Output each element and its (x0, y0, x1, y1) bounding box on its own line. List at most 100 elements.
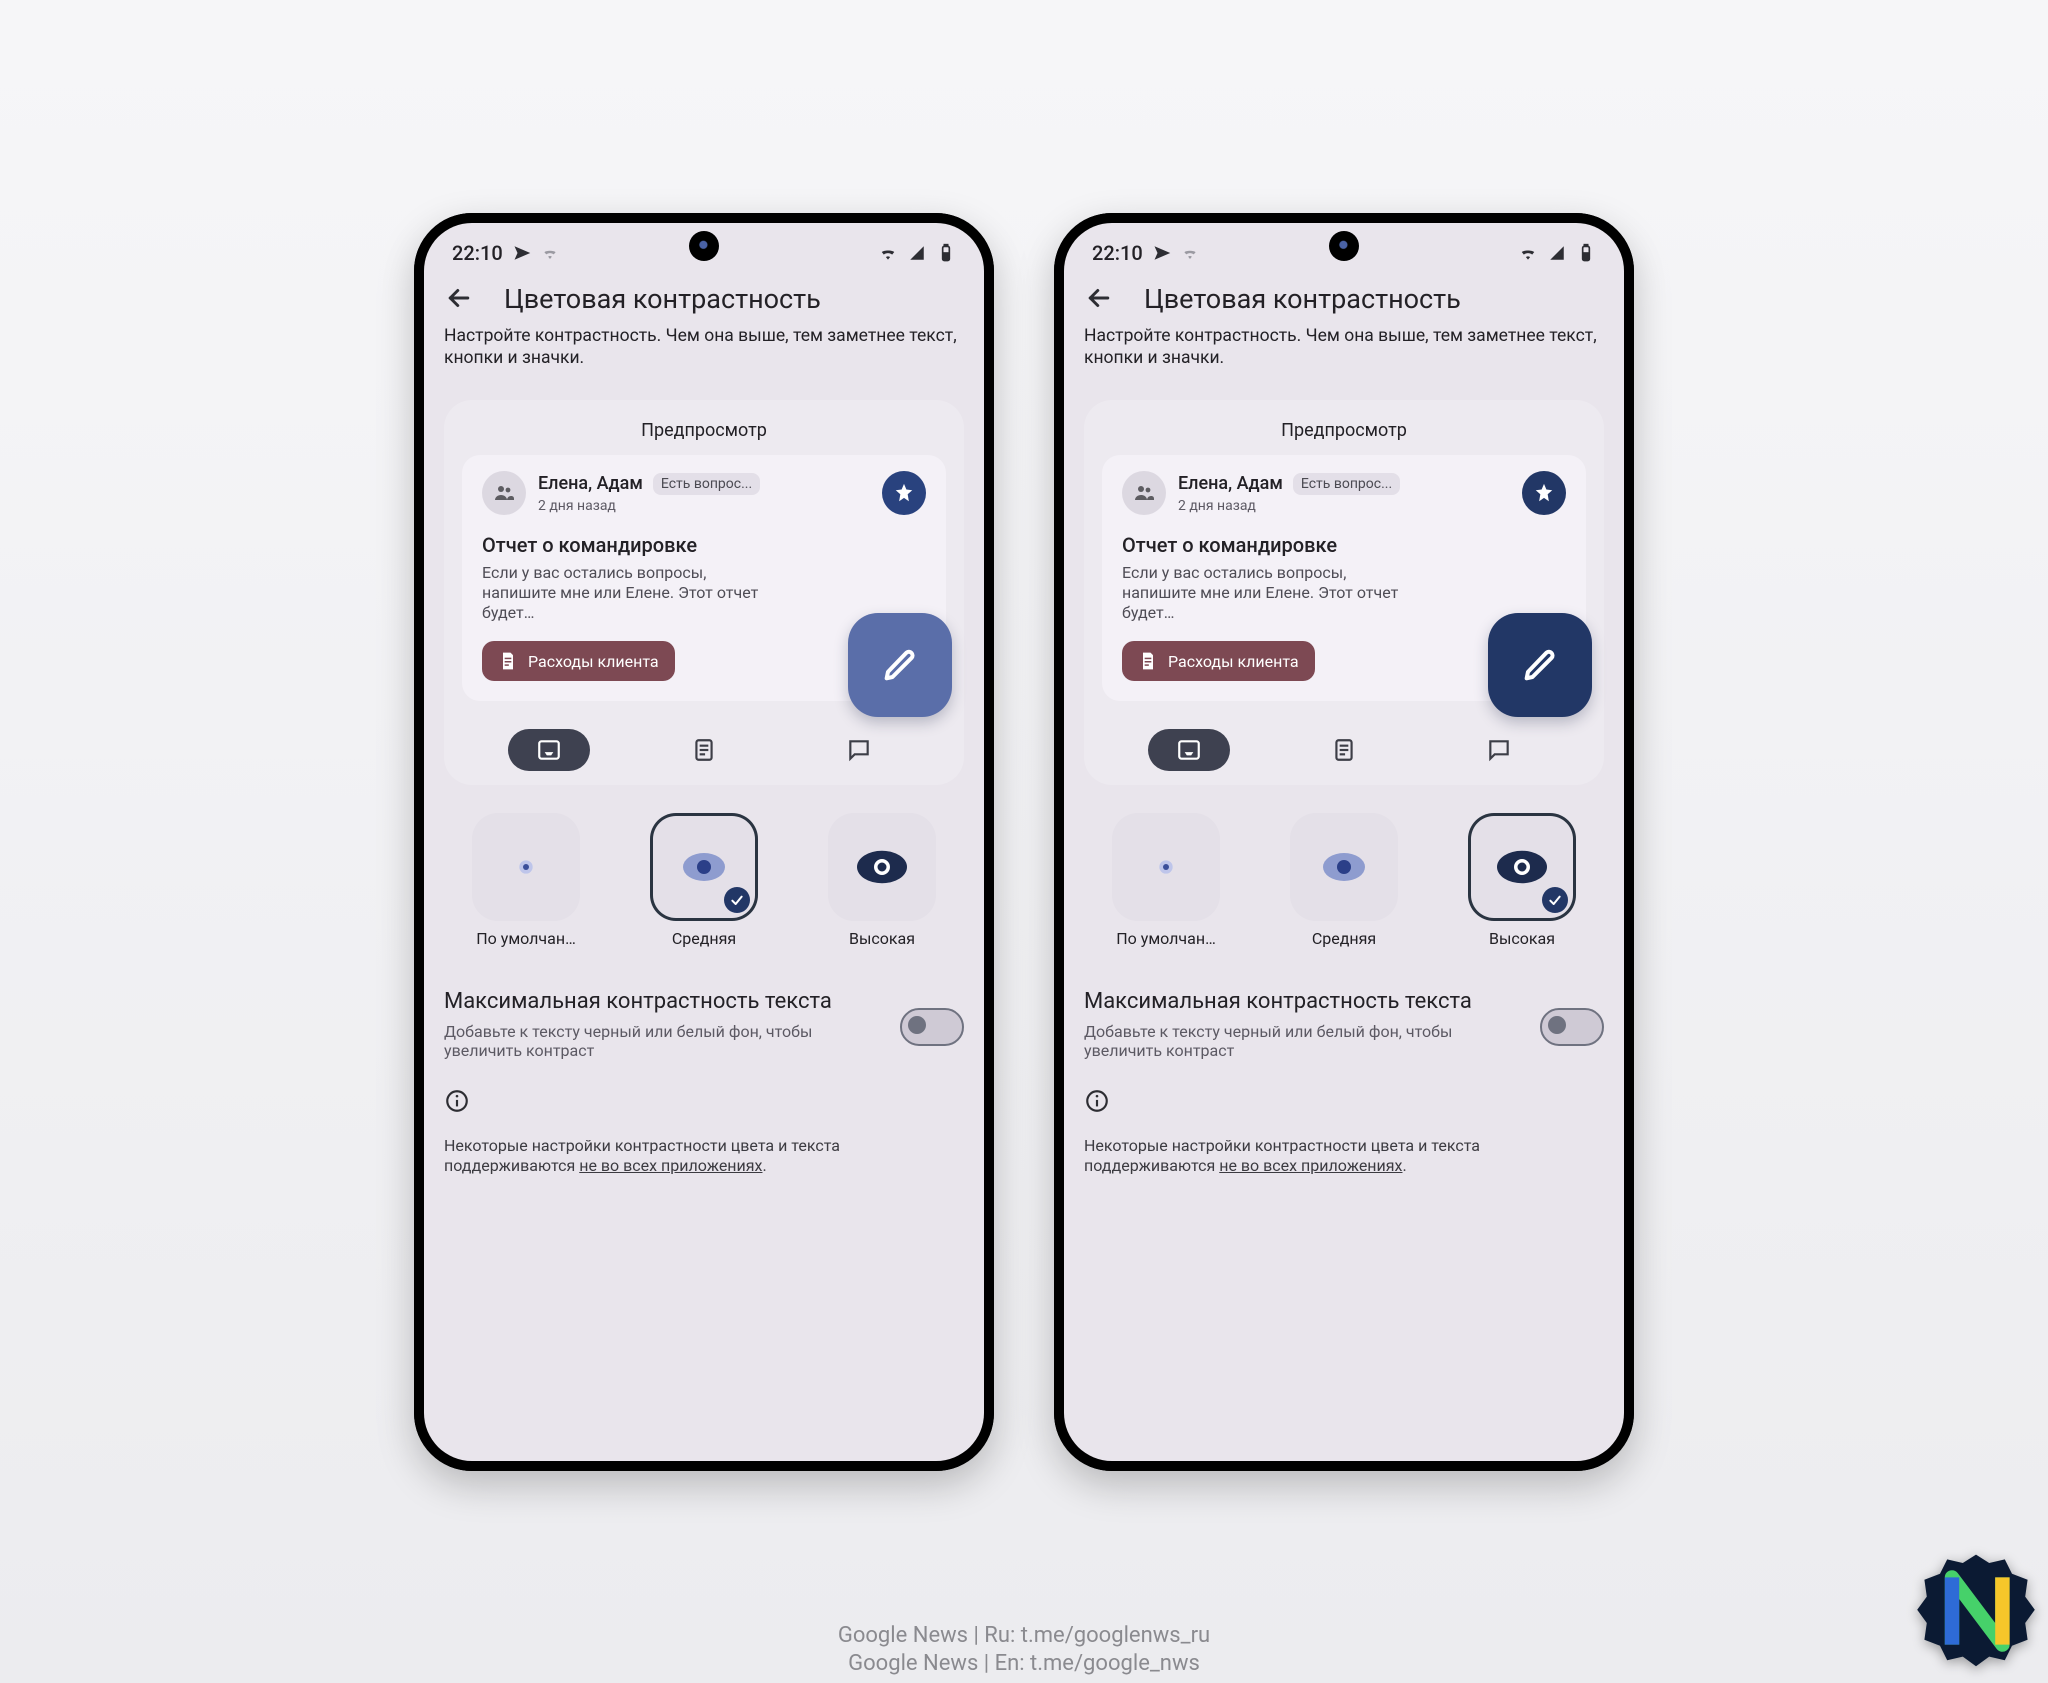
footnote-link[interactable]: не во всех приложениях (579, 1156, 762, 1175)
wifi-dim-icon (1181, 244, 1199, 262)
preview-title: Предпросмотр (1102, 420, 1586, 441)
check-icon (724, 887, 750, 913)
max-contrast-toggle[interactable] (1540, 1008, 1604, 1046)
signal-icon (908, 244, 926, 262)
eye-icon-default (1146, 847, 1186, 887)
check-icon (1542, 887, 1568, 913)
max-contrast-title: Максимальная контрастность текста (1084, 988, 1522, 1016)
page-description: Настройте контрастность. Чем она выше, т… (444, 325, 964, 371)
contrast-tile-high[interactable] (828, 813, 936, 921)
contrast-tile-medium[interactable] (650, 813, 758, 921)
message-timestamp: 2 дня назад (1178, 498, 1400, 514)
preview-title: Предпросмотр (462, 420, 946, 441)
page-title: Цветовая контрастность (504, 283, 821, 315)
app-bar: Цветовая контрастность (424, 269, 984, 325)
eye-icon-high (1492, 837, 1552, 897)
contacts-names: Елена, Адам (538, 473, 643, 494)
max-text-contrast-row: Максимальная контрастность текста Добавь… (1084, 988, 1604, 1060)
info-icon-row (444, 1088, 964, 1118)
contacts-avatar-icon (482, 471, 526, 515)
contrast-tile-default[interactable] (472, 813, 580, 921)
eye-icon-medium (676, 839, 732, 895)
contrast-option-medium[interactable]: Средняя (622, 813, 786, 948)
camera-hole (1329, 231, 1359, 261)
contrast-option-medium[interactable]: Средняя (1262, 813, 1426, 948)
contrast-label-medium: Средняя (672, 929, 736, 948)
nav-articles[interactable] (1303, 729, 1385, 771)
info-icon-row (1084, 1088, 1604, 1118)
signal-icon (1548, 244, 1566, 262)
contrast-label-default: По умолчан… (1116, 929, 1216, 948)
compose-fab[interactable] (1488, 613, 1592, 717)
star-badge[interactable] (882, 471, 926, 515)
contrast-label-medium: Средняя (1312, 929, 1376, 948)
footnote: Некоторые настройки контрастности цвета … (1084, 1136, 1604, 1178)
nav-articles[interactable] (663, 729, 745, 771)
contrast-option-default[interactable]: По умолчан… (444, 813, 608, 948)
page-title: Цветовая контрастность (1144, 283, 1461, 315)
footnote-suffix: . (762, 1156, 766, 1175)
message-subject: Отчет о командировке (1122, 533, 1566, 557)
nav-chat[interactable] (818, 729, 900, 771)
max-text-contrast-row: Максимальная контрастность текста Добавь… (444, 988, 964, 1060)
page-description: Настройте контрастность. Чем она выше, т… (1084, 325, 1604, 371)
contrast-label-high: Высокая (849, 929, 915, 948)
caption-line1: Google News | Ru: t.me/googlenws_ru (838, 1622, 1210, 1650)
contrast-option-high[interactable]: Высокая (800, 813, 964, 948)
star-badge[interactable] (1522, 471, 1566, 515)
wifi-dim-icon (541, 244, 559, 262)
contrast-tile-default[interactable] (1112, 813, 1220, 921)
max-contrast-toggle[interactable] (900, 1008, 964, 1046)
contrast-tile-high[interactable] (1468, 813, 1576, 921)
site-badge (1916, 1551, 2036, 1671)
compose-fab[interactable] (848, 613, 952, 717)
footnote-link[interactable]: не во всех приложениях (1219, 1156, 1402, 1175)
contrast-label-default: По умолчан… (476, 929, 576, 948)
contrast-tile-medium[interactable] (1290, 813, 1398, 921)
attachment-label: Расходы клиента (528, 652, 659, 671)
attachment-label: Расходы клиента (1168, 652, 1299, 671)
eye-icon-default (506, 847, 546, 887)
info-icon (1084, 1088, 1110, 1114)
wifi-icon (878, 243, 898, 263)
contrast-level-selector: По умолчан… Средняя (1084, 813, 1604, 948)
preview-card: Предпросмотр Елена, Адам Есть вопрос... … (444, 400, 964, 785)
status-time: 22:10 (452, 241, 503, 265)
subject-chip: Есть вопрос... (1293, 473, 1400, 495)
message-subject: Отчет о командировке (482, 533, 926, 557)
max-contrast-desc: Добавьте к тексту черный или белый фон, … (1084, 1022, 1522, 1060)
preview-bottom-nav (462, 729, 946, 771)
back-button[interactable] (444, 283, 476, 315)
info-icon (444, 1088, 470, 1114)
contrast-option-high[interactable]: Высокая (1440, 813, 1604, 948)
pencil-icon (880, 645, 920, 685)
nav-inbox[interactable] (508, 729, 590, 771)
footnote: Некоторые настройки контрастности цвета … (444, 1136, 964, 1178)
eye-icon-high (852, 837, 912, 897)
document-icon (1138, 651, 1158, 671)
footnote-suffix: . (1402, 1156, 1406, 1175)
wifi-icon (1518, 243, 1538, 263)
back-button[interactable] (1084, 283, 1116, 315)
camera-hole (689, 231, 719, 261)
message-body: Если у вас остались вопросы, напишите мн… (482, 563, 782, 623)
message-card: Елена, Адам Есть вопрос... 2 дня назад О… (1102, 455, 1586, 701)
message-body: Если у вас остались вопросы, напишите мн… (1122, 563, 1422, 623)
preview-bottom-nav (1102, 729, 1586, 771)
battery-icon (936, 243, 956, 263)
phone-mockup-high: 22:10 Цветовая контрастность Настройте к… (1054, 213, 1634, 1471)
telegram-icon (1153, 244, 1171, 262)
message-timestamp: 2 дня назад (538, 498, 760, 514)
preview-card: Предпросмотр Елена, Адам Есть вопрос... … (1084, 400, 1604, 785)
pencil-icon (1520, 645, 1560, 685)
contrast-label-high: Высокая (1489, 929, 1555, 948)
nav-inbox[interactable] (1148, 729, 1230, 771)
contrast-option-default[interactable]: По умолчан… (1084, 813, 1248, 948)
nav-chat[interactable] (1458, 729, 1540, 771)
contacts-names: Елена, Адам (1178, 473, 1283, 494)
document-icon (498, 651, 518, 671)
attachment-chip[interactable]: Расходы клиента (1122, 641, 1315, 681)
toggle-thumb (908, 1016, 926, 1034)
telegram-icon (513, 244, 531, 262)
attachment-chip[interactable]: Расходы клиента (482, 641, 675, 681)
